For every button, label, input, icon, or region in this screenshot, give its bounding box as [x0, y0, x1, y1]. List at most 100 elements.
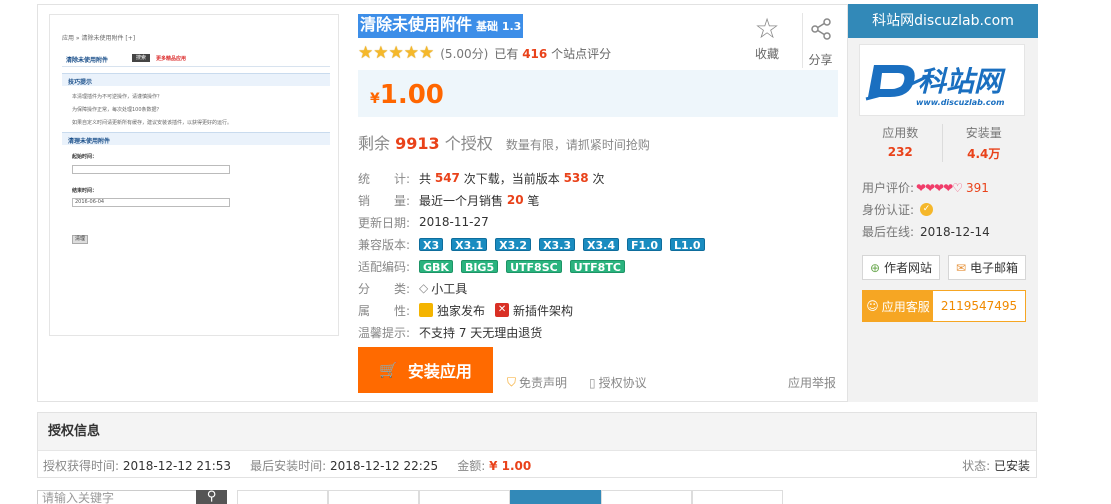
preview-end-input: 2016-06-04: [72, 198, 230, 207]
star-icon: ★: [358, 43, 374, 63]
share-button[interactable]: 分享: [802, 13, 838, 68]
license-info-row: 授权获得时间: 2018-12-12 21:53 最后安装时间: 2018-12…: [43, 459, 1030, 473]
preview-section-clean: 清理未使用附件: [62, 132, 330, 145]
preview-tip: 本清理插件为不可逆操作，请谨慎操作？: [72, 94, 163, 100]
author-stats: 应用数 232 安装量 4.4万: [859, 124, 1025, 162]
star-icon: ★: [373, 43, 389, 63]
star-icon: ★: [403, 43, 419, 63]
preview-submit-button: 清理: [72, 235, 88, 244]
license-amount: ¥ 1.00: [489, 459, 532, 473]
shield-icon: ⛉: [507, 375, 517, 389]
tab[interactable]: [601, 490, 692, 504]
star-rating: ★ ★ ★ ★ ★: [358, 43, 435, 63]
attr-encoding: 适配编码: GBK BIG5 UTF8SC UTF8TC: [358, 256, 633, 276]
preview-start-label: 起始时间：: [72, 154, 98, 160]
support-label: ☺ 应用客服: [863, 291, 933, 321]
preview-start-input: [72, 165, 230, 174]
attr-sales: 销 量: 最近一个月销售 20 笔: [358, 193, 540, 208]
author-website-button[interactable]: ⊕ 作者网站: [862, 255, 940, 280]
author-app-count: 应用数 232: [882, 126, 919, 159]
support-qq-number: 2119547495: [940, 299, 1018, 313]
encoding-tag: UTF8SC: [506, 259, 562, 274]
author-install-count: 安装量 4.4万: [941, 124, 1026, 162]
app-title: 清除未使用附件 基础 1.3: [358, 14, 524, 38]
compat-tag: X3.2: [495, 237, 532, 252]
license-acquired-time: 2018-12-12 21:53: [122, 459, 232, 473]
svg-text:科站网: 科站网: [918, 65, 1006, 98]
preview-end-label: 结束时间：: [72, 188, 98, 194]
author-rating: 用户评价: ❤❤❤❤♡ 391: [862, 180, 989, 196]
tab[interactable]: [237, 490, 328, 504]
author-name[interactable]: 科站网discuzlab.com: [848, 4, 1038, 38]
license-last-install-time: 2018-12-12 22:25: [329, 459, 439, 473]
compat-tag: F1.0: [627, 237, 663, 252]
star-icon: ★: [388, 43, 404, 63]
license-info-title: 授权信息: [38, 413, 1036, 451]
license-agreement-link[interactable]: ▯ 授权协议: [589, 374, 647, 391]
encoding-tag: GBK: [419, 259, 453, 274]
app-preview-image[interactable]: 应用 » 清除未使用附件 [+] 清除未使用附件 搜索 更多精品应用 技巧提示 …: [49, 14, 339, 336]
author-email-button[interactable]: ✉ 电子邮箱: [948, 255, 1026, 280]
svg-text:www.discuzlab.com: www.discuzlab.com: [916, 98, 1005, 107]
qq-icon: ☺: [866, 299, 879, 313]
preview-section-tips: 技巧提示: [62, 73, 330, 86]
preview-breadcrumb: 应用 » 清除未使用附件 [+]: [62, 35, 136, 42]
bottom-tabs: [237, 490, 783, 504]
preview-tip: 如果自定义时间请更新所有缓存，建议安装该插件，以获得更好的运行。: [72, 120, 233, 126]
tab-active[interactable]: [510, 490, 601, 504]
search-button[interactable]: ⚲: [196, 490, 227, 504]
compat-tag: X3.4: [583, 237, 620, 252]
attr-category: 分 类: ◇ 小工具: [358, 280, 468, 297]
author-panel: 科站网discuzlab.com 科站网 www.discuzlab.com 应…: [847, 4, 1038, 402]
attr-updated: 更新日期: 2018-11-27: [358, 215, 489, 230]
app-detail-panel: 应用 » 清除未使用附件 [+] 清除未使用附件 搜索 更多精品应用 技巧提示 …: [37, 4, 1038, 402]
attr-compat: 兼容版本: X3 X3.1 X3.2 X3.3 X3.4 F1.0 L1.0: [358, 234, 713, 254]
customer-support-button[interactable]: ☺ 应用客服 2119547495: [862, 290, 1026, 322]
cart-icon: 🛒: [379, 361, 398, 379]
preview-titlebar: 清除未使用附件 搜索 更多精品应用: [62, 51, 330, 67]
preview-search-button: 搜索: [132, 54, 150, 62]
version-badge: 基础 1.3: [476, 20, 522, 33]
compat-tag: X3.3: [539, 237, 576, 252]
rating-row: ★ ★ ★ ★ ★ (5.00分) 已有 416 个站点评分: [358, 44, 611, 62]
rating-summary: 已有 416 个站点评分: [494, 46, 612, 61]
install-button[interactable]: 🛒 安装应用: [358, 347, 493, 393]
author-last-online: 最后在线: 2018-12-14: [862, 224, 990, 240]
license-status: 状态: 已安装: [962, 459, 1030, 473]
author-logo[interactable]: 科站网 www.discuzlab.com: [859, 44, 1025, 116]
share-label: 分享: [808, 53, 833, 67]
verified-icon: ✓: [920, 203, 934, 216]
encoding-tag: BIG5: [460, 259, 499, 274]
favorite-button[interactable]: ☆ 收藏: [749, 13, 785, 62]
remaining-note: 数量有限，请抓紧时间抢购: [505, 138, 650, 152]
compat-tag: X3.1: [451, 237, 488, 252]
attr-notice: 温馨提示: 不支持 7 天无理由退货: [358, 325, 543, 340]
price: ¥1.00: [370, 80, 444, 110]
attr-properties: 属 性: 独家发布 ✕ 新插件架构: [358, 303, 574, 318]
price-box: ¥1.00: [358, 70, 838, 117]
app-title-row: 清除未使用附件 基础 1.3: [358, 14, 524, 38]
tag-icon: ◇: [419, 281, 429, 295]
tab[interactable]: [419, 490, 510, 504]
heart-rating-icon: ❤❤❤❤♡: [916, 180, 963, 195]
star-outline-icon: ☆: [754, 12, 780, 45]
report-link[interactable]: 应用举报: [788, 374, 836, 391]
share-icon: [803, 13, 838, 51]
document-icon: ▯: [589, 375, 596, 390]
preview-tip: 为保障操作正常，每次处理100条数据？: [72, 107, 162, 113]
mail-icon: ✉: [955, 260, 967, 275]
tab[interactable]: [328, 490, 419, 504]
tab[interactable]: [692, 490, 783, 504]
star-icon: ★: [419, 43, 435, 63]
encoding-tag: UTF8TC: [569, 259, 625, 274]
rating-score: (5.00分): [440, 46, 489, 61]
category-link[interactable]: 小工具: [431, 280, 467, 297]
search-icon: ⚲: [206, 489, 217, 504]
preview-more-link: 更多精品应用: [156, 56, 187, 62]
compat-tag: X3: [419, 237, 444, 252]
disclaimer-link[interactable]: ⛉ 免责声明: [507, 374, 567, 391]
attr-stats: 统 计: 共 547 次下载，当前版本 538 次: [358, 171, 605, 186]
globe-icon: ⊕: [869, 260, 881, 275]
remaining-licenses: 剩余 9913 个授权 数量有限，请抓紧时间抢购: [358, 134, 650, 153]
new-architecture-icon: ✕: [495, 303, 510, 317]
